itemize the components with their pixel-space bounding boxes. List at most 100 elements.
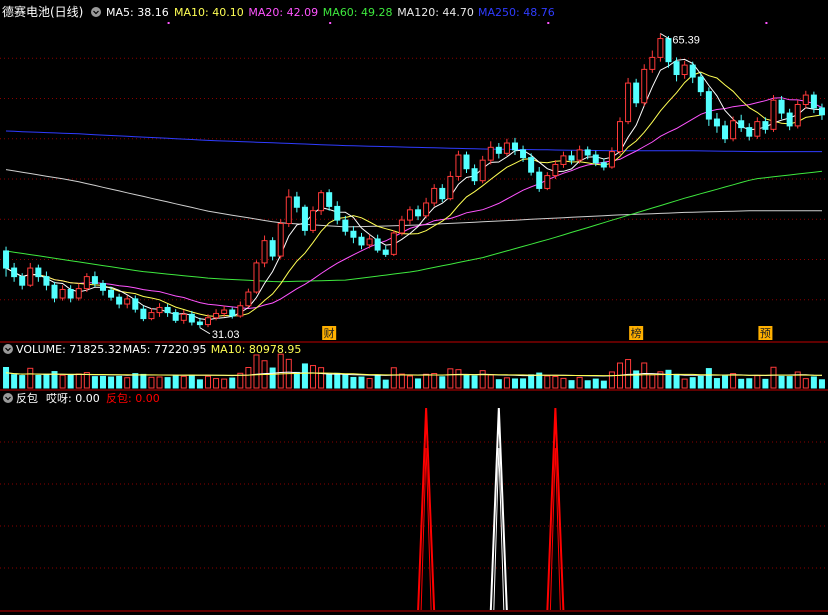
volume-bar bbox=[487, 374, 494, 389]
candle-body bbox=[132, 298, 139, 310]
candle-body bbox=[334, 205, 341, 221]
candle-body bbox=[180, 313, 187, 321]
volume-bar bbox=[592, 378, 599, 389]
candle-body bbox=[633, 82, 640, 104]
candle-body bbox=[794, 103, 801, 127]
volume-bar bbox=[398, 373, 405, 389]
candle-body bbox=[406, 209, 413, 221]
candle-body bbox=[495, 146, 502, 154]
candle-body bbox=[350, 230, 357, 238]
signal-value-2: 反包: 0.00 bbox=[106, 392, 160, 405]
candle-body bbox=[802, 94, 809, 105]
volume-panel-menu-icon bbox=[3, 344, 13, 354]
candle-body bbox=[681, 64, 688, 76]
ma-indicator-label: MA5: 38.16 bbox=[106, 6, 169, 19]
candle-body bbox=[423, 202, 430, 217]
price-panel-menu-icon bbox=[91, 7, 101, 17]
candle-body bbox=[479, 159, 486, 182]
candle-body bbox=[762, 121, 769, 130]
volume-bar bbox=[67, 374, 74, 389]
candle-body bbox=[592, 154, 599, 164]
candle-body bbox=[43, 276, 50, 286]
candle-body bbox=[213, 312, 220, 319]
candle-body bbox=[221, 309, 228, 314]
volume-bar bbox=[810, 376, 817, 389]
candle-body bbox=[188, 313, 195, 323]
candle-body bbox=[140, 308, 147, 320]
volume-bar bbox=[673, 373, 680, 389]
volume-bar bbox=[722, 375, 729, 389]
candle-body bbox=[91, 276, 98, 284]
volume-bar bbox=[552, 376, 559, 389]
volume-bar bbox=[382, 379, 389, 389]
volume-bar bbox=[479, 370, 486, 389]
candle-body bbox=[293, 196, 300, 208]
volume-bar bbox=[431, 373, 438, 389]
volume-bar bbox=[649, 374, 656, 389]
candle-body bbox=[625, 82, 632, 123]
volume-bar bbox=[406, 375, 413, 389]
volume-bar bbox=[11, 374, 18, 389]
stock-chart[interactable]: 65.39 31.03 财 榜 预 德赛电池(日线) MA5: 38.16 MA10: 40… bbox=[0, 0, 828, 615]
volume-bar bbox=[584, 380, 591, 389]
candle-body bbox=[67, 288, 74, 299]
candle-body bbox=[196, 321, 203, 326]
candle-body bbox=[124, 298, 131, 305]
candle-body bbox=[51, 284, 58, 299]
signal-marker bbox=[547, 22, 550, 24]
volume-bar bbox=[245, 366, 252, 389]
volume-bar bbox=[19, 375, 26, 389]
volume-bar bbox=[665, 369, 672, 389]
volume-bar bbox=[511, 378, 518, 389]
candle-body bbox=[398, 219, 405, 234]
signal-marker bbox=[765, 22, 768, 24]
volume-bar bbox=[269, 367, 276, 389]
volume-bar bbox=[366, 378, 373, 389]
volume-bar bbox=[27, 367, 34, 389]
candle-body bbox=[705, 91, 712, 120]
signal-panel-menu-icon bbox=[3, 393, 13, 403]
candle-body bbox=[568, 155, 575, 161]
candle-body bbox=[99, 282, 106, 291]
volume-bar bbox=[625, 359, 632, 389]
volume-bar bbox=[310, 365, 317, 389]
volume-bar bbox=[495, 379, 502, 389]
volume-bar bbox=[641, 362, 648, 389]
candle-body bbox=[269, 240, 276, 257]
volume-bar bbox=[221, 378, 228, 389]
volume-bar bbox=[301, 363, 308, 389]
volume-bar bbox=[342, 374, 349, 389]
volume-ma10-label: MA10: 80978.95 bbox=[211, 343, 302, 356]
volume-bar bbox=[423, 373, 430, 389]
volume-bar bbox=[148, 376, 155, 389]
candle-body bbox=[116, 296, 123, 305]
chart-background bbox=[0, 0, 828, 615]
volume-bar bbox=[786, 376, 793, 389]
volume-bar bbox=[91, 376, 98, 389]
volume-bar bbox=[196, 379, 203, 389]
candle-body bbox=[415, 209, 422, 217]
candle-body bbox=[342, 219, 349, 232]
volume-bar bbox=[455, 369, 462, 389]
volume-bar bbox=[697, 375, 704, 389]
volume-bar bbox=[334, 372, 341, 389]
candle-body bbox=[75, 288, 82, 299]
ma-indicator-label: MA20: 42.09 bbox=[248, 6, 318, 19]
volume-bar bbox=[75, 373, 82, 389]
candle-body bbox=[439, 187, 446, 200]
candle-body bbox=[560, 155, 567, 165]
candle-body bbox=[463, 154, 470, 170]
volume-bar bbox=[326, 373, 333, 389]
volume-bar bbox=[471, 375, 478, 389]
candle-body bbox=[19, 276, 26, 286]
volume-bar bbox=[746, 378, 753, 389]
volume-bar bbox=[350, 376, 357, 389]
candle-body bbox=[608, 151, 615, 168]
candle-body bbox=[576, 149, 583, 161]
volume-bar bbox=[818, 379, 825, 389]
candle-body bbox=[552, 163, 559, 177]
candle-body bbox=[471, 168, 478, 182]
volume-bar bbox=[204, 375, 212, 389]
volume-bar bbox=[132, 373, 139, 389]
candle-body bbox=[366, 238, 373, 246]
